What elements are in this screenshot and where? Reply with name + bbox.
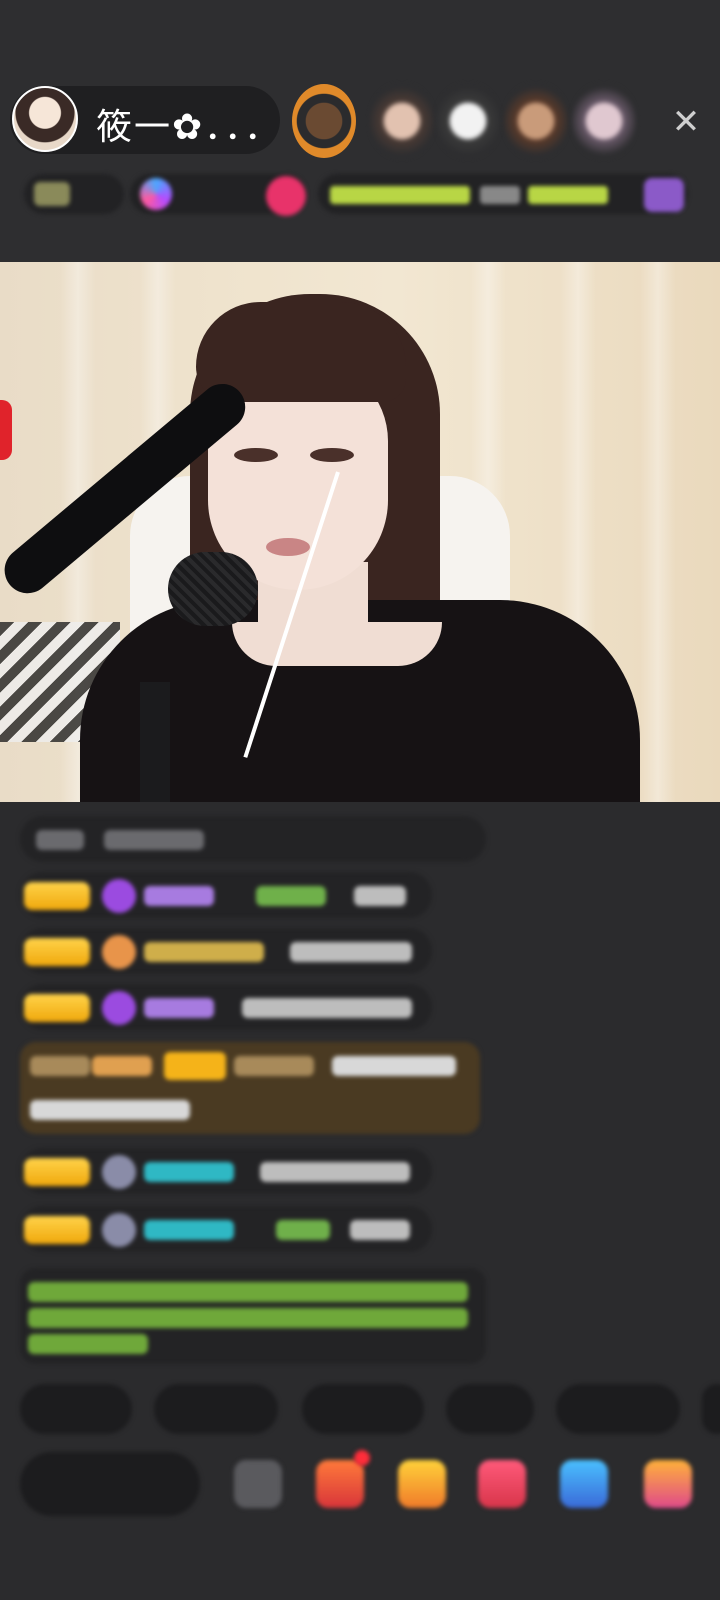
- share-icon[interactable]: [560, 1460, 608, 1508]
- chat-message-system: [20, 816, 486, 862]
- live-video[interactable]: [0, 262, 720, 802]
- quick-reply[interactable]: [446, 1384, 534, 1434]
- quick-reply[interactable]: [302, 1384, 424, 1434]
- gift-icon[interactable]: [316, 1460, 364, 1508]
- chat-message: [20, 1148, 432, 1194]
- host-avatar[interactable]: [12, 86, 78, 152]
- quick-reply[interactable]: [20, 1384, 132, 1434]
- rank-text: [330, 186, 470, 204]
- chat-message: [20, 984, 432, 1030]
- level-icon: [34, 182, 70, 206]
- fan-club-icon[interactable]: [478, 1460, 526, 1508]
- quick-reply[interactable]: [702, 1384, 720, 1434]
- chat-message: [20, 928, 432, 974]
- fans-icon: [140, 178, 172, 210]
- lucky-bag-icon[interactable]: [398, 1460, 446, 1508]
- chat-message: [20, 1206, 432, 1252]
- rank-value: [528, 186, 608, 204]
- more-icon[interactable]: [644, 1460, 692, 1508]
- quick-reply[interactable]: [154, 1384, 278, 1434]
- host-name[interactable]: 筱一✿．．．: [96, 98, 282, 150]
- quick-reply[interactable]: [556, 1384, 680, 1434]
- follow-icon[interactable]: [266, 176, 306, 216]
- rank-sep: [480, 186, 520, 204]
- rank-icon: [644, 178, 684, 212]
- top-viewer-avatar-1[interactable]: [292, 84, 356, 158]
- top-viewer-avatar-5[interactable]: [572, 84, 636, 158]
- side-tab[interactable]: [0, 400, 12, 460]
- top-viewer-avatar-4[interactable]: [504, 84, 568, 158]
- chat-message: [20, 872, 432, 918]
- chat-message-highlight: [20, 1042, 480, 1134]
- chat-notice: [20, 1268, 486, 1364]
- close-icon[interactable]: ✕: [664, 96, 708, 148]
- comment-input[interactable]: [20, 1452, 200, 1516]
- top-viewer-avatar-2[interactable]: [370, 84, 434, 158]
- top-viewer-avatar-3[interactable]: [436, 84, 500, 158]
- emoji-icon[interactable]: [234, 1460, 282, 1508]
- notification-dot: [354, 1450, 370, 1466]
